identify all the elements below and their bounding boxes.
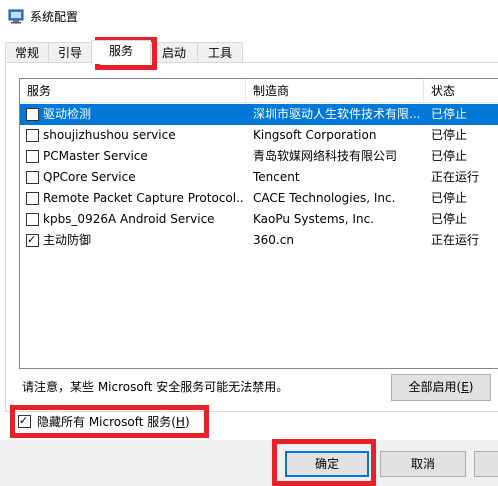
hide-ms-accel: H	[175, 415, 185, 429]
msconfig-icon	[8, 9, 24, 24]
column-header-manufacturer[interactable]: 制造商	[246, 79, 424, 103]
table-row[interactable]: PCMaster Service 青岛软媒网络科技有限公司 已停止	[20, 146, 498, 167]
table-row[interactable]: QPCore Service Tencent 正在运行	[20, 167, 498, 188]
row-checkbox[interactable]: ✓	[26, 233, 39, 247]
service-manufacturer: Kingsoft Corporation	[253, 128, 377, 142]
hide-ms-suffix: )	[184, 415, 190, 429]
service-name: shoujizhushou service	[43, 128, 176, 142]
row-checkbox[interactable]	[26, 171, 39, 184]
service-status: 正在运行	[431, 170, 480, 184]
checkmark-icon: ✓	[27, 233, 37, 246]
service-manufacturer: 深圳市驱动人生软件技术有限...	[253, 107, 421, 121]
tab-startup[interactable]: 启动	[150, 42, 198, 63]
service-status: 已停止	[431, 212, 468, 226]
service-status: 已停止	[431, 149, 468, 163]
row-checkbox[interactable]	[26, 192, 39, 205]
enable-all-button[interactable]: 全部启用(E)	[391, 374, 491, 401]
service-manufacturer: 青岛软媒网络科技有限公司	[253, 149, 398, 163]
service-manufacturer: KaoPu Systems, Inc.	[253, 212, 374, 226]
ok-button[interactable]: 确定	[285, 451, 369, 477]
service-name: kpbs_0926A Android Service	[43, 212, 215, 226]
list-header: 服务 制造商 状态	[20, 79, 498, 103]
tab-services[interactable]: 服务	[91, 40, 151, 64]
row-checkbox[interactable]	[26, 108, 39, 121]
service-manufacturer: 360.cn	[253, 233, 294, 247]
table-row[interactable]: 驱动检测 深圳市驱动人生软件技术有限... 已停止	[20, 104, 498, 125]
tab-tools[interactable]: 工具	[197, 42, 243, 63]
hide-ms-label-text: 隐藏所有 Microsoft 服务(	[37, 415, 176, 429]
checkmark-icon: ✓	[19, 414, 29, 427]
row-checkbox[interactable]	[26, 150, 39, 163]
title-bar: 系统配置	[0, 0, 498, 32]
enable-all-label: 全部启用(	[408, 380, 462, 394]
enable-all-accel: E	[461, 380, 469, 394]
hide-ms-label: 隐藏所有 Microsoft 服务(H)	[37, 413, 190, 431]
window-title: 系统配置	[30, 10, 79, 24]
security-note: 请注意，某些 Microsoft 安全服务可能无法禁用。	[22, 380, 289, 394]
service-manufacturer: Tencent	[253, 170, 300, 184]
tab-strip: 常规 引导 服务 启动 工具	[0, 40, 498, 64]
apply-button-partial[interactable]	[474, 451, 498, 477]
tab-boot[interactable]: 引导	[48, 42, 92, 63]
table-row[interactable]: ✓ 主动防御 360.cn 正在运行	[20, 230, 498, 251]
service-name: 主动防御	[43, 233, 92, 247]
table-row[interactable]: kpbs_0926A Android Service KaoPu Systems…	[20, 209, 498, 230]
service-name: 驱动检测	[43, 107, 92, 121]
tab-general[interactable]: 常规	[5, 42, 49, 63]
table-row[interactable]: Remote Packet Capture Protocol... CACE T…	[20, 188, 498, 209]
enable-all-suffix: )	[468, 380, 474, 394]
service-name: PCMaster Service	[43, 149, 148, 163]
service-status: 已停止	[431, 191, 468, 205]
hide-ms-checkbox-box[interactable]: ✓	[18, 414, 31, 428]
table-row[interactable]: shoujizhushou service Kingsoft Corporati…	[20, 125, 498, 146]
service-name: Remote Packet Capture Protocol...	[43, 191, 245, 205]
service-manufacturer: CACE Technologies, Inc.	[253, 191, 396, 205]
row-checkbox[interactable]	[26, 213, 39, 226]
column-header-status[interactable]: 状态	[424, 79, 498, 103]
service-status: 正在运行	[431, 233, 480, 247]
row-checkbox[interactable]	[26, 129, 39, 142]
service-status: 已停止	[431, 128, 468, 142]
services-list[interactable]: 服务 制造商 状态 驱动检测 深圳市驱动人生软件技术有限... 已停止 shou…	[19, 78, 498, 369]
service-status: 已停止	[431, 107, 468, 121]
cancel-button[interactable]: 取消	[380, 451, 466, 477]
service-name: QPCore Service	[43, 170, 136, 184]
column-header-service[interactable]: 服务	[20, 79, 246, 103]
